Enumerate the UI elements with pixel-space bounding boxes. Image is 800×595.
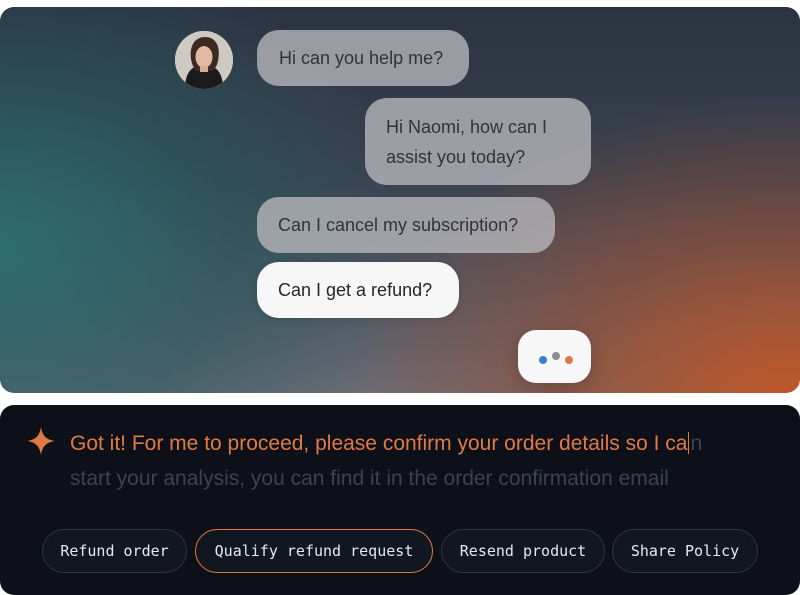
qualify-refund-request-button[interactable]: Qualify refund request bbox=[195, 529, 433, 573]
button-label: Share Policy bbox=[630, 542, 740, 560]
message-bubble: Hi can you help me? bbox=[257, 30, 469, 86]
message-text: assist you today? bbox=[386, 147, 526, 167]
assistant-response-line: start your analysis, you can find it in … bbox=[70, 467, 669, 491]
share-policy-button[interactable]: Share Policy bbox=[612, 529, 758, 573]
message-bubble: Can I get a refund? bbox=[257, 262, 459, 318]
user-avatar-icon bbox=[175, 31, 233, 89]
typing-indicator bbox=[518, 330, 591, 383]
button-label: Refund order bbox=[60, 542, 169, 560]
typing-dot bbox=[565, 356, 573, 364]
message-bubble: Hi Naomi, how can I assist you today? bbox=[365, 98, 591, 185]
message-text: Can I get a refund? bbox=[278, 280, 433, 300]
typing-dot bbox=[539, 356, 547, 364]
sparkle-icon bbox=[27, 427, 55, 455]
button-label: Qualify refund request bbox=[214, 542, 414, 560]
resend-product-button[interactable]: Resend product bbox=[441, 529, 605, 573]
message-text: Hi can you help me? bbox=[279, 48, 444, 68]
assistant-response-text: n bbox=[690, 432, 703, 455]
typing-dot bbox=[552, 352, 560, 360]
avatar bbox=[175, 31, 233, 89]
chat-panel: Hi can you help me? Hi Naomi, how can I … bbox=[0, 7, 800, 393]
assistant-response-text: Got it! For me to proceed, please confir… bbox=[70, 432, 688, 455]
assistant-response-line: Got it! For me to proceed, please confir… bbox=[70, 432, 702, 456]
message-text: Can I cancel my subscription? bbox=[278, 215, 519, 235]
button-label: Resend product bbox=[459, 542, 587, 560]
assistant-response-text: start your analysis, you can find it in … bbox=[70, 467, 669, 490]
refund-order-button[interactable]: Refund order bbox=[42, 529, 187, 573]
message-text: Hi Naomi, how can I bbox=[386, 117, 548, 137]
message-bubble: Can I cancel my subscription? bbox=[257, 197, 555, 253]
